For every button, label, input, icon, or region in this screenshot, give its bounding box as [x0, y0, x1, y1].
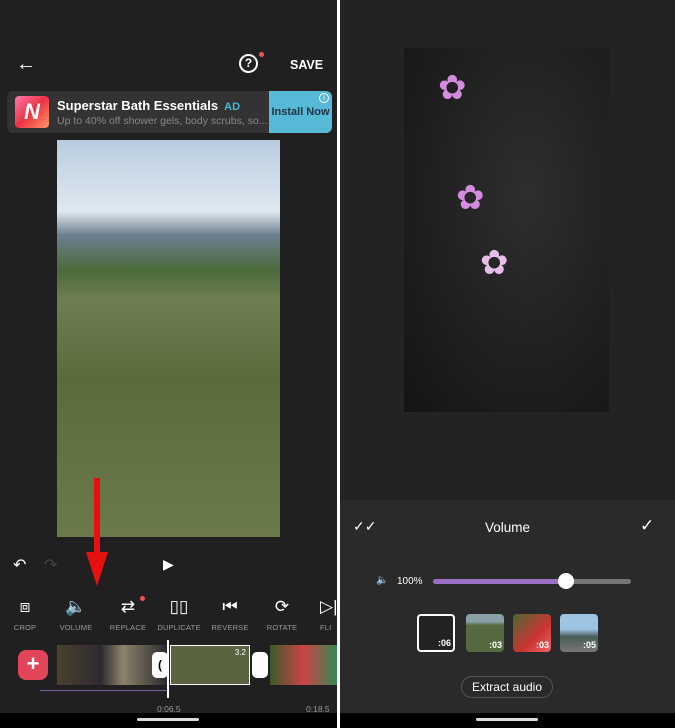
- tool-rotate[interactable]: ⟳ ROTATE: [257, 596, 307, 632]
- volume-icon: 🔈: [65, 597, 87, 616]
- ad-logo: N: [15, 96, 49, 128]
- ad-subtitle: Up to 40% off shower gels, body scrubs, …: [57, 115, 268, 127]
- play-icon[interactable]: ▶: [163, 556, 174, 573]
- tool-replace[interactable]: ⇄ REPLACE: [103, 596, 153, 632]
- tool-crop[interactable]: ⧈ CROP: [0, 596, 50, 632]
- ad-banner[interactable]: N Superstar Bath Essentials AD Up to 40% …: [7, 91, 332, 133]
- reverse-icon: ⏮: [222, 597, 238, 616]
- volume-slider[interactable]: [433, 573, 631, 589]
- ad-info-icon[interactable]: i: [319, 93, 329, 103]
- save-button[interactable]: SAVE: [290, 58, 323, 72]
- replace-icon: ⇄: [120, 597, 136, 616]
- notification-dot: [259, 52, 264, 57]
- red-arrow-annotation: [86, 478, 108, 586]
- tool-flip[interactable]: ▷| FLI: [320, 596, 337, 632]
- flower: ✿: [438, 69, 467, 107]
- volume-sheet: ✓✓ Volume ✓ 🔈 100% :06 :03 :03 :05 Extra…: [340, 500, 675, 728]
- tool-reverse[interactable]: ⏮ REVERSE: [205, 596, 255, 632]
- trim-handle-right[interactable]: [252, 652, 268, 678]
- undo-icon[interactable]: ↶: [13, 555, 26, 575]
- trim-handle-left[interactable]: (: [152, 652, 168, 678]
- crop-icon: ⧈: [19, 597, 31, 616]
- clip-thumb[interactable]: :05: [560, 614, 598, 652]
- clip-duration: 3.2: [234, 648, 246, 657]
- playhead[interactable]: [167, 640, 169, 698]
- back-arrow-icon[interactable]: ←: [16, 53, 36, 76]
- volume-icon: 🔈: [376, 575, 389, 586]
- timeline-clip-selected[interactable]: 3.2: [170, 645, 250, 685]
- home-indicator[interactable]: [137, 718, 199, 721]
- flower: ✿: [456, 179, 485, 217]
- redo-icon[interactable]: ↷: [44, 555, 57, 575]
- clip-thumb[interactable]: :06: [417, 614, 455, 652]
- audio-track-line: [40, 690, 168, 691]
- help-icon[interactable]: ?: [239, 54, 258, 73]
- duplicate-icon: ▯▯: [169, 597, 189, 616]
- volume-panel: ✿ ✿ ✿ ✓✓ Volume ✓ 🔈 100% :06 :03 :03 :05…: [340, 0, 675, 728]
- clip-thumb[interactable]: :03: [466, 614, 504, 652]
- ad-title: Superstar Bath Essentials: [57, 98, 219, 113]
- tool-duplicate[interactable]: ▯▯ DUPLICATE: [154, 596, 204, 632]
- extract-audio-button[interactable]: Extract audio: [461, 676, 553, 698]
- add-clip-button[interactable]: +: [18, 650, 48, 680]
- editor-panel: ← ? SAVE N Superstar Bath Essentials AD U…: [0, 0, 337, 728]
- ad-badge: AD: [224, 101, 241, 113]
- rotate-icon: ⟳: [274, 597, 290, 616]
- volume-value: 100%: [397, 576, 423, 587]
- timeline-clip[interactable]: [57, 645, 167, 685]
- tool-volume[interactable]: 🔈 VOLUME: [51, 596, 101, 632]
- volume-slider-fill: [433, 579, 566, 584]
- home-indicator[interactable]: [476, 718, 538, 721]
- video-preview: ✿ ✿ ✿: [404, 48, 609, 412]
- check-icon[interactable]: ✓: [640, 516, 654, 536]
- volume-slider-thumb[interactable]: [557, 573, 574, 589]
- clip-thumb[interactable]: :03: [513, 614, 551, 652]
- flower: ✿: [480, 244, 509, 282]
- replace-dot: [140, 596, 145, 601]
- sheet-title: Volume: [484, 520, 531, 535]
- flip-icon: ▷|: [320, 597, 337, 616]
- timeline-clip[interactable]: [270, 645, 337, 685]
